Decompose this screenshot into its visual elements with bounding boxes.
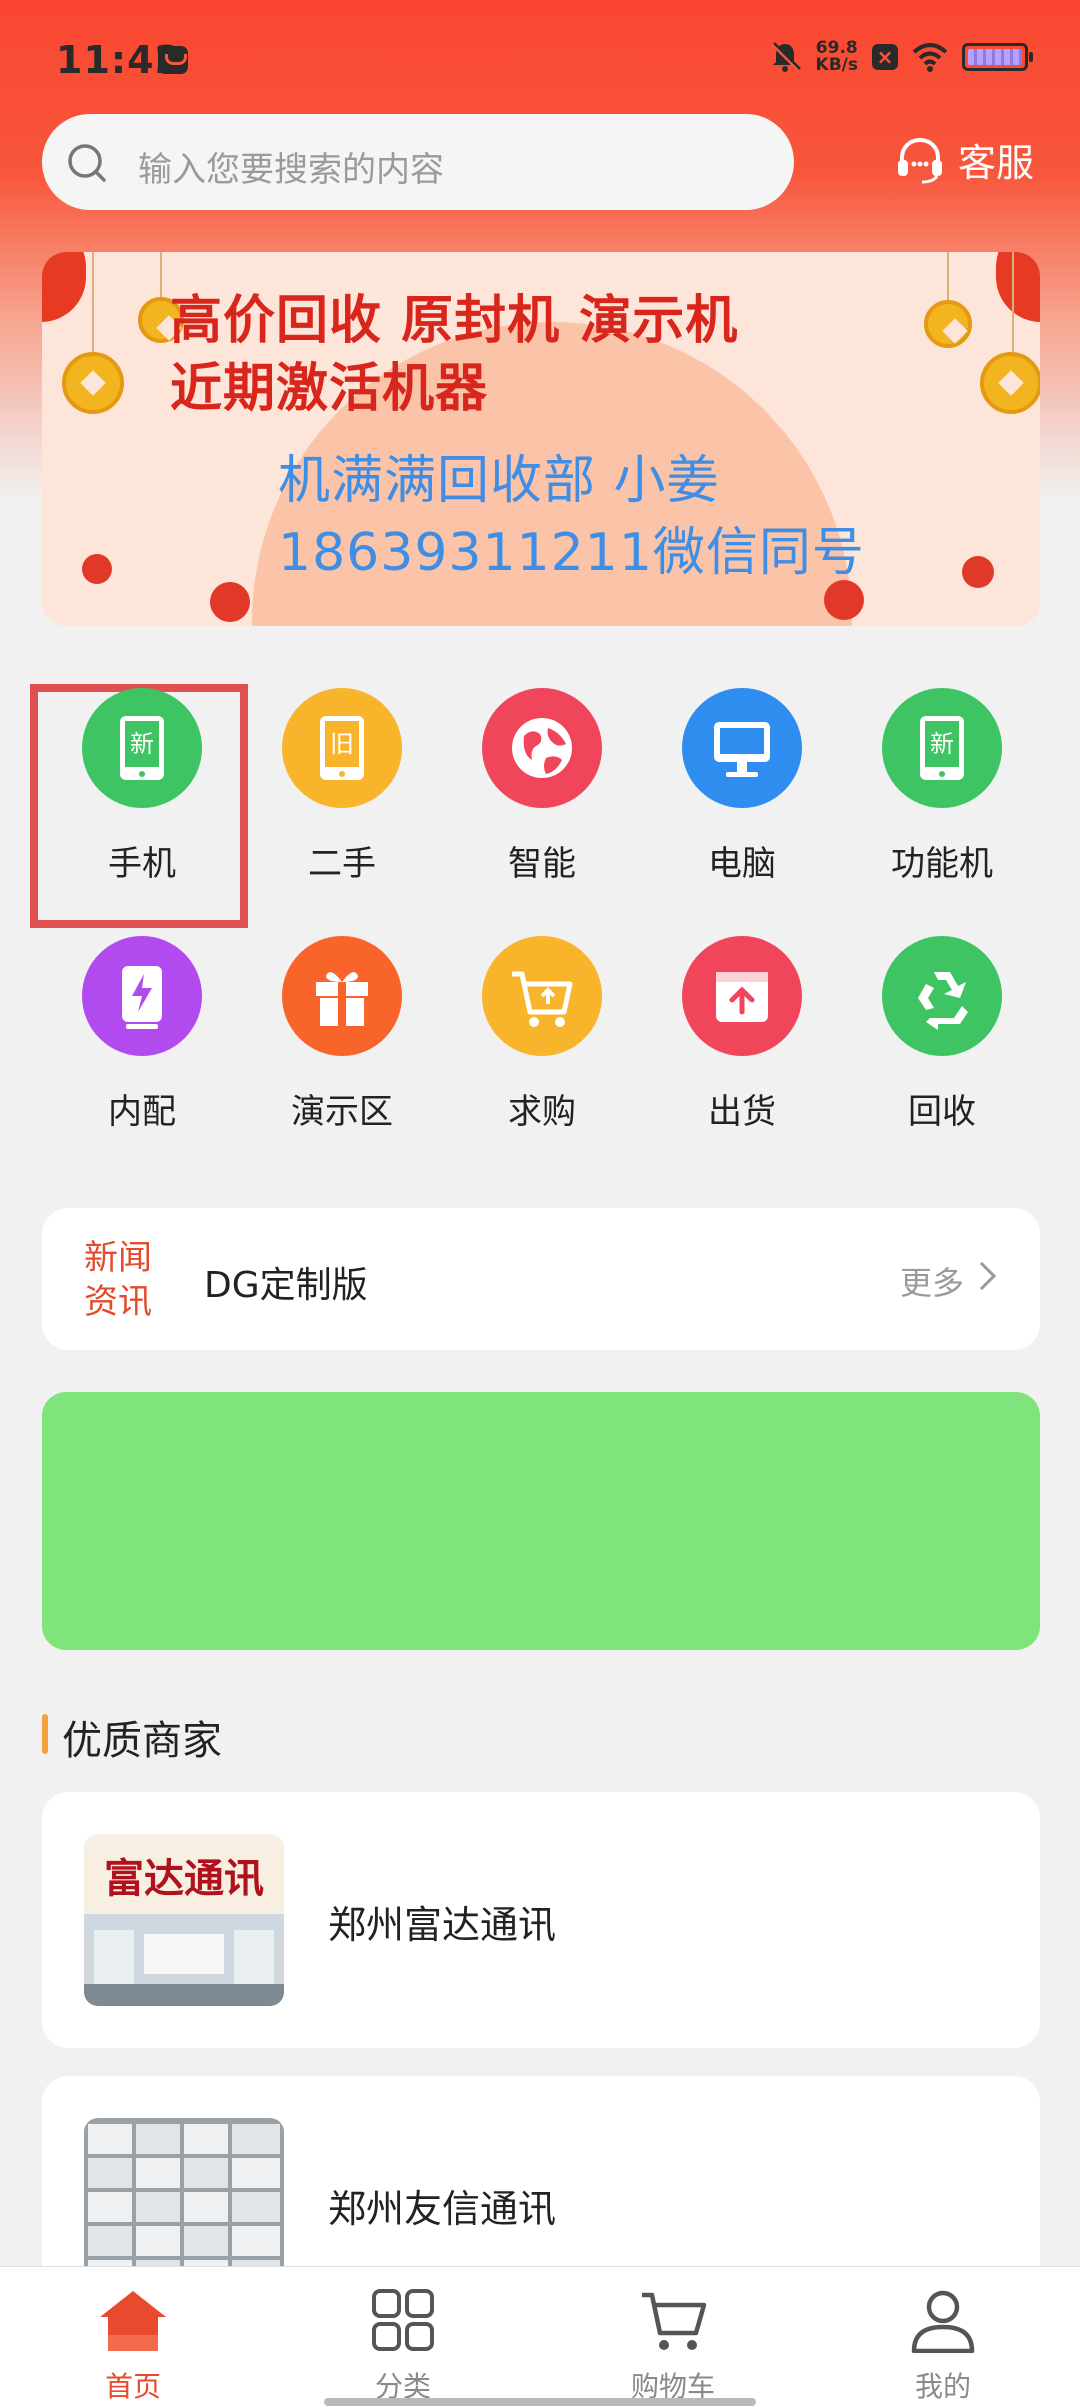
coin-icon — [62, 352, 124, 414]
wifi-icon — [912, 43, 948, 72]
coin-icon — [924, 300, 972, 348]
category-sell[interactable]: 出货 — [642, 936, 842, 1136]
user-icon — [911, 2290, 975, 2354]
chevron-right-icon — [967, 1261, 997, 1291]
category-used[interactable]: 旧 二手 — [242, 688, 442, 888]
recycle-icon — [882, 936, 1002, 1056]
category-parts[interactable]: 内配 — [42, 936, 242, 1136]
category-glyph: 新 — [130, 730, 154, 758]
category-label: 演示区 — [291, 1092, 393, 1132]
bottom-tab-bar: 首页 分类 购物车 我的 — [0, 2266, 1080, 2408]
banner-line-1: 高价回收 原封机 演示机 — [170, 291, 739, 351]
flower-icon — [962, 556, 994, 588]
used-phone-icon: 旧 — [282, 688, 402, 808]
tab-profile[interactable]: 我的 — [853, 2289, 1033, 2405]
news-ticker[interactable]: 新闻 资讯 DG定制版 更多 — [42, 1208, 1040, 1350]
news-tag-line-1: 新闻 — [84, 1238, 152, 1278]
category-label: 二手 — [308, 844, 376, 884]
search-bar[interactable]: 输入您要搜索的内容 — [42, 114, 794, 210]
app-notification-icon: × — [872, 44, 898, 70]
banner-string — [92, 252, 94, 352]
mute-bell-icon — [770, 42, 801, 72]
tab-label: 首页 — [104, 2370, 161, 2403]
new-phone-icon: 新 — [82, 688, 202, 808]
banner-string — [1012, 252, 1014, 352]
category-label: 手机 — [108, 844, 176, 884]
category-feature-phone[interactable]: 新 功能机 — [842, 688, 1042, 888]
home-icon — [100, 2291, 166, 2351]
computer-icon — [682, 688, 802, 808]
news-headline[interactable]: DG定制版 — [204, 1256, 368, 1308]
news-tag-line-2: 资讯 — [84, 1282, 152, 1322]
ad-banner[interactable] — [42, 1392, 1040, 1650]
promo-banner[interactable]: 高价回收 原封机 演示机 近期激活机器 机满满回收部 小姜 1863931121… — [42, 252, 1040, 626]
shopping-cart-icon — [642, 2292, 707, 2350]
category-computer[interactable]: 电脑 — [642, 688, 842, 888]
battery-icon — [962, 43, 1033, 71]
tab-home[interactable]: 首页 — [43, 2289, 223, 2405]
shop-thumbnail: 富达通讯 — [84, 1834, 284, 2006]
search-placeholder: 输入您要搜索的内容 — [138, 150, 444, 190]
category-wanted[interactable]: 求购 — [442, 936, 642, 1136]
new-phone-icon: 新 — [882, 688, 1002, 808]
shop-sign-text: 富达通讯 — [104, 1855, 264, 1902]
lantern-icon — [996, 252, 1040, 322]
flower-icon — [210, 582, 250, 622]
category-glyph: 旧 — [330, 730, 354, 758]
category-demo[interactable]: 演示区 — [242, 936, 442, 1136]
banner-line-2: 近期激活机器 — [170, 359, 489, 419]
category-label: 内配 — [108, 1092, 176, 1132]
banner-string — [160, 252, 162, 297]
coin-icon — [980, 352, 1040, 414]
category-label: 求购 — [508, 1092, 576, 1132]
category-label: 回收 — [908, 1092, 976, 1132]
category-label: 电脑 — [708, 844, 776, 884]
news-more-link[interactable]: 更多 — [900, 1258, 964, 1304]
news-tag: 新闻 资讯 — [84, 1236, 152, 1324]
globe-icon — [482, 688, 602, 808]
category-phone[interactable]: 新 手机 — [42, 688, 242, 888]
customer-service-label: 客服 — [958, 141, 1035, 185]
headset-icon — [898, 137, 942, 183]
search-icon — [68, 144, 106, 182]
category-glyph: 新 — [930, 730, 954, 758]
shop-name: 郑州友信通讯 — [328, 2187, 557, 2231]
section-title-accent — [42, 1714, 48, 1754]
category-label: 功能机 — [891, 844, 993, 884]
status-bar: 11:42 69.8 KB/s × — [0, 0, 1080, 120]
grid-icon — [372, 2289, 434, 2351]
tab-cart[interactable]: 购物车 — [583, 2289, 763, 2405]
network-speed: 69.8 KB/s — [816, 40, 858, 74]
network-speed-unit: KB/s — [815, 55, 858, 75]
flower-icon — [82, 554, 112, 584]
battery-level — [968, 49, 1022, 65]
tab-label: 我的 — [914, 2370, 971, 2403]
flower-icon — [824, 580, 864, 620]
category-label: 出货 — [708, 1092, 776, 1132]
banner-line-4: 18639311211微信同号 — [278, 523, 865, 583]
gift-icon — [282, 936, 402, 1056]
banner-string — [947, 252, 949, 302]
notification-icon — [158, 46, 188, 74]
banner-line-3: 机满满回收部 小姜 — [278, 451, 720, 511]
shop-card[interactable]: 富达通讯 郑州富达通讯 — [42, 1792, 1040, 2048]
cart-icon — [482, 936, 602, 1056]
shop-thumbnail — [84, 2118, 284, 2290]
section-title: 优质商家 — [62, 1718, 222, 1764]
category-label: 智能 — [508, 844, 576, 884]
tab-category[interactable]: 分类 — [313, 2289, 493, 2405]
battery-charge-icon — [82, 936, 202, 1056]
upload-box-icon — [682, 936, 802, 1056]
category-smart[interactable]: 智能 — [442, 688, 642, 888]
lantern-icon — [42, 252, 86, 322]
status-icons: 69.8 KB/s × — [768, 40, 1033, 74]
shop-name: 郑州富达通讯 — [328, 1903, 557, 1947]
home-indicator[interactable] — [324, 2398, 756, 2406]
customer-service-button[interactable]: 客服 — [894, 132, 1034, 187]
category-recycle[interactable]: 回收 — [842, 936, 1042, 1136]
